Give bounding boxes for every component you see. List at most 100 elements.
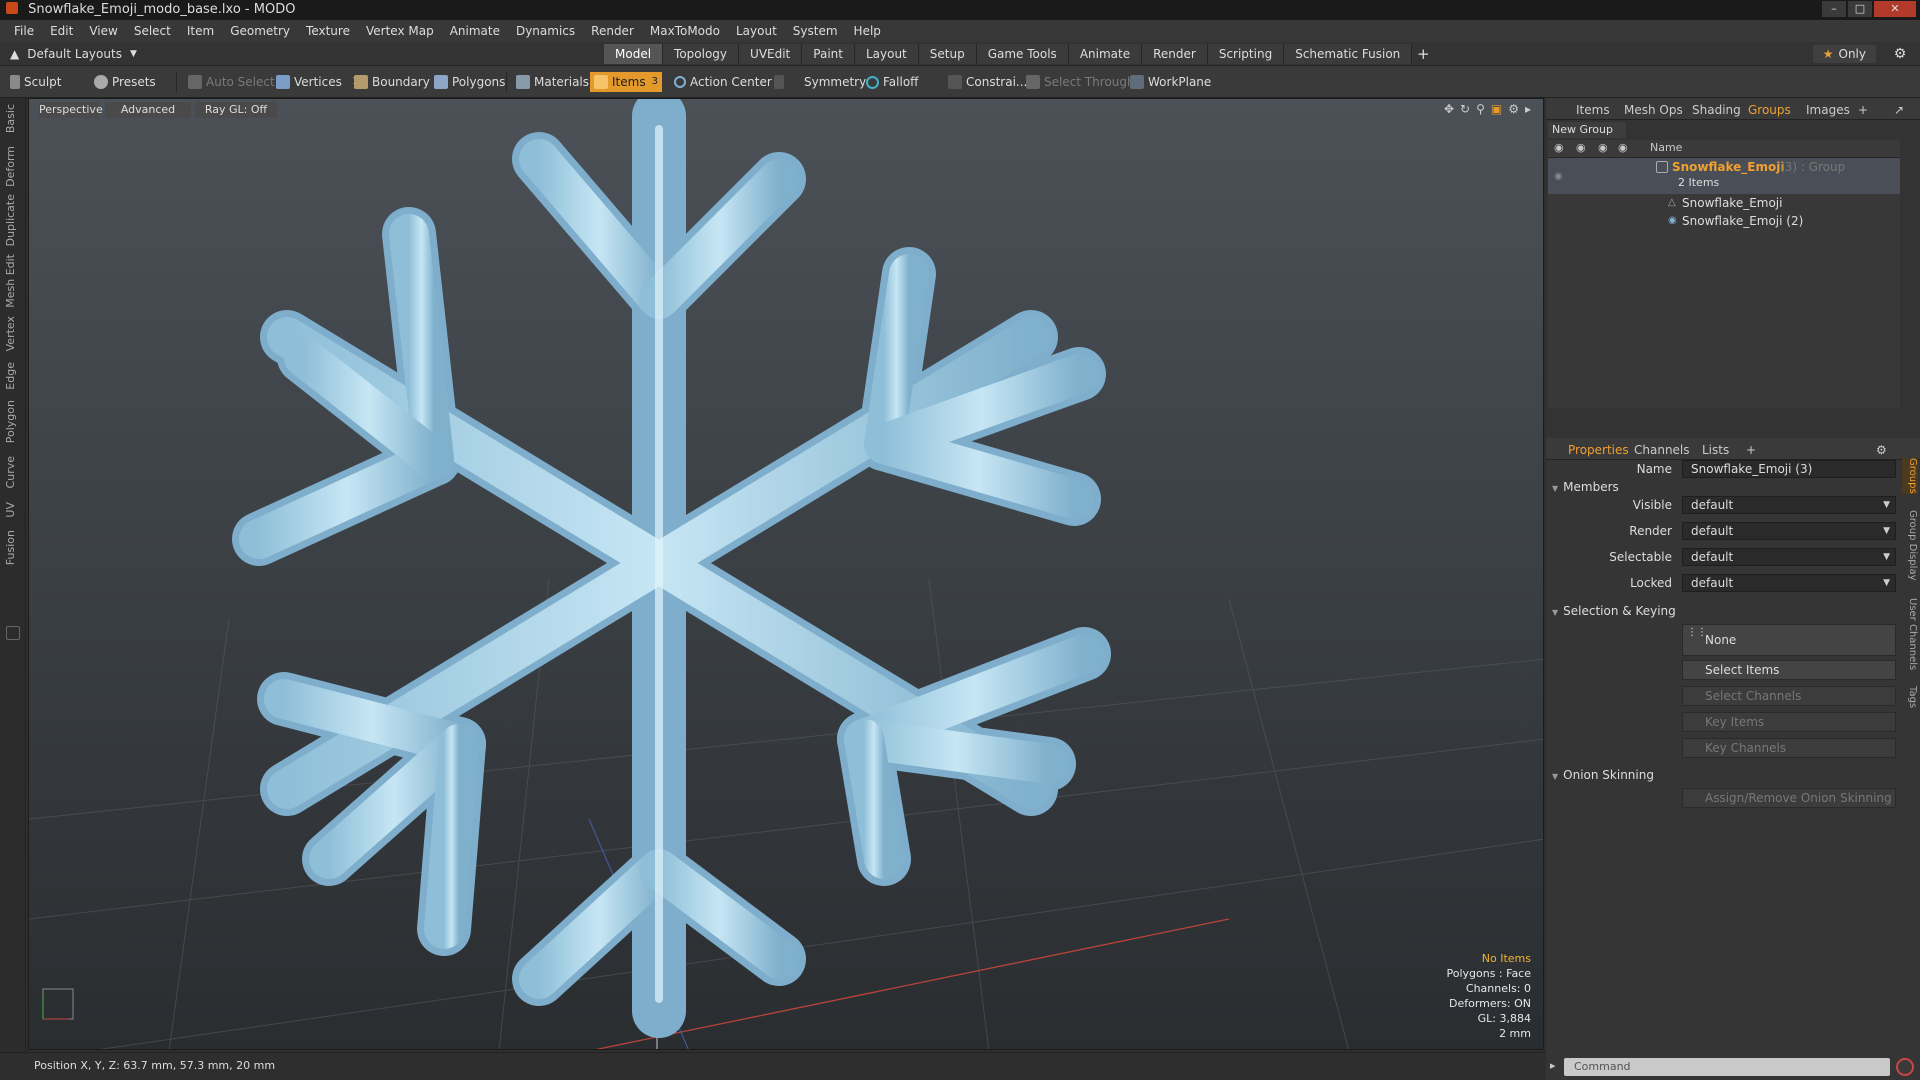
minimize-button[interactable]: – xyxy=(1822,1,1846,17)
tab-images[interactable]: Images xyxy=(1806,102,1850,118)
maximize-button[interactable]: □ xyxy=(1848,1,1872,17)
viewport-gear-icon[interactable]: ⚙ xyxy=(1508,102,1519,116)
left-tab-duplicate[interactable]: Duplicate xyxy=(4,194,22,246)
left-tab-vertex[interactable]: Vertex xyxy=(4,316,22,351)
gear-icon[interactable]: ⚙ xyxy=(1890,45,1910,63)
left-tab-edge[interactable]: Edge xyxy=(4,362,22,390)
falloff-button[interactable]: Falloff xyxy=(862,72,922,92)
menu-animate[interactable]: Animate xyxy=(442,20,508,42)
menu-geometry[interactable]: Geometry xyxy=(222,20,298,42)
menu-system[interactable]: System xyxy=(785,20,846,42)
menu-help[interactable]: Help xyxy=(846,20,889,42)
onion-skinning-button[interactable]: Assign/Remove Onion Skinning xyxy=(1682,788,1896,808)
boundary-button[interactable]: Boundary xyxy=(350,72,434,92)
select-items-button[interactable]: Select Items xyxy=(1682,660,1896,680)
tab-items[interactable]: Items xyxy=(1576,102,1610,118)
eye-icon[interactable]: ◉ xyxy=(1554,168,1563,186)
menu-item[interactable]: Item xyxy=(179,20,222,42)
tab-schematic-fusion[interactable]: Schematic Fusion xyxy=(1284,44,1413,64)
left-tab-deform[interactable]: Deform xyxy=(4,146,22,187)
menu-texture[interactable]: Texture xyxy=(298,20,358,42)
list-item[interactable]: △ Snowflake_Emoji xyxy=(1548,194,1900,212)
menu-view[interactable]: View xyxy=(81,20,125,42)
left-tab-curve[interactable]: Curve xyxy=(4,456,22,488)
left-panel-toggle-icon[interactable] xyxy=(6,626,20,640)
fit-icon[interactable]: ▣ xyxy=(1491,102,1502,116)
workplane-button[interactable]: WorkPlane xyxy=(1126,72,1215,92)
action-center-button[interactable]: Action Center xyxy=(670,72,776,92)
command-input[interactable]: Command xyxy=(1564,1058,1890,1076)
sculpt-button[interactable]: Sculpt xyxy=(6,72,65,92)
tab-animate[interactable]: Animate xyxy=(1068,44,1143,64)
tab-game-tools[interactable]: Game Tools xyxy=(976,44,1069,64)
props-gear-icon[interactable]: ⚙ xyxy=(1876,442,1887,458)
tab-topology[interactable]: Topology xyxy=(663,44,740,64)
add-tab-button[interactable]: + xyxy=(1412,44,1434,64)
tab-setup[interactable]: Setup xyxy=(918,44,977,64)
selection-keying-section[interactable]: ▼ Selection & Keying xyxy=(1552,604,1676,618)
side-tab-tags[interactable]: Tags xyxy=(1902,686,1918,708)
tab-lists[interactable]: Lists xyxy=(1702,442,1729,458)
render-select[interactable]: default ▼ xyxy=(1682,522,1896,540)
items-button[interactable]: Items 3 xyxy=(590,72,662,92)
select-through-button[interactable]: Select Through xyxy=(1022,72,1139,92)
presets-button[interactable]: Presets xyxy=(90,72,160,92)
selectable-select[interactable]: default ▼ xyxy=(1682,548,1896,566)
command-history-button[interactable] xyxy=(1896,1058,1914,1076)
tab-render[interactable]: Render xyxy=(1142,44,1208,64)
side-tab-user-channels[interactable]: User Channels xyxy=(1902,598,1918,670)
menu-select[interactable]: Select xyxy=(126,20,179,42)
locked-select[interactable]: default ▼ xyxy=(1682,574,1896,592)
group-row[interactable]: ◉ Snowflake_Emoji (3) : Group 2 Items xyxy=(1548,158,1900,194)
menu-dynamics[interactable]: Dynamics xyxy=(508,20,583,42)
tab-model[interactable]: Model xyxy=(604,44,664,64)
polygons-button[interactable]: Polygons xyxy=(430,72,509,92)
shading-dropdown[interactable]: Advanced xyxy=(105,102,191,118)
expand-icon[interactable]: ↗ xyxy=(1894,102,1904,118)
tab-paint[interactable]: Paint xyxy=(802,44,855,64)
left-tab-uv[interactable]: UV xyxy=(4,502,22,518)
left-tab-mesh-edit[interactable]: Mesh Edit xyxy=(4,254,22,308)
tab-channels[interactable]: Channels xyxy=(1634,442,1690,458)
rotate-icon[interactable]: ↻ xyxy=(1460,102,1470,116)
constraints-button[interactable]: Constrai... xyxy=(944,72,1031,92)
new-group-button[interactable]: New Group xyxy=(1548,122,1626,138)
side-tab-groups[interactable]: Groups xyxy=(1902,458,1918,494)
menu-vertex-map[interactable]: Vertex Map xyxy=(358,20,442,42)
default-layouts-dropdown[interactable]: ▲ Default Layouts ▼ xyxy=(10,45,137,63)
menu-edit[interactable]: Edit xyxy=(42,20,81,42)
pan-icon[interactable]: ✥ xyxy=(1444,102,1454,116)
tab-mesh-ops[interactable]: Mesh Ops xyxy=(1624,102,1683,118)
key-channels-button[interactable]: Key Channels xyxy=(1682,738,1896,758)
tab-scripting[interactable]: Scripting xyxy=(1207,44,1285,64)
side-tab-group-display[interactable]: Group Display xyxy=(1902,510,1918,580)
none-button[interactable]: ⋮⋮ None xyxy=(1682,624,1896,656)
select-channels-button[interactable]: Select Channels xyxy=(1682,686,1896,706)
left-tab-fusion[interactable]: Fusion xyxy=(4,530,22,565)
left-tab-basic[interactable]: Basic xyxy=(4,104,22,133)
key-items-button[interactable]: Key Items xyxy=(1682,712,1896,732)
tab-uvedit[interactable]: UVEdit xyxy=(739,44,803,64)
tab-shading[interactable]: Shading xyxy=(1692,102,1741,118)
materials-button[interactable]: Materials xyxy=(512,72,593,92)
list-item[interactable]: ◉ Snowflake_Emoji (2) xyxy=(1548,212,1900,230)
menu-render[interactable]: Render xyxy=(583,20,642,42)
vertices-button[interactable]: Vertices1 xyxy=(272,72,362,92)
tab-properties[interactable]: Properties xyxy=(1568,442,1629,458)
add-props-tab-button[interactable]: + xyxy=(1746,442,1756,458)
members-section[interactable]: ▼ Members xyxy=(1552,480,1619,494)
visible-select[interactable]: default ▼ xyxy=(1682,496,1896,514)
zoom-icon[interactable]: ⚲ xyxy=(1476,102,1485,116)
menu-layout[interactable]: Layout xyxy=(728,20,785,42)
raygl-dropdown[interactable]: Ray GL: Off xyxy=(195,102,277,118)
3d-viewport[interactable]: Perspective Advanced Ray GL: Off ✥ ↻ ⚲ ▣… xyxy=(28,98,1544,1050)
auto-select-button[interactable]: Auto Select xyxy=(184,72,279,92)
menu-maxtomodo[interactable]: MaxToModo xyxy=(642,20,728,42)
viewport-menu-arrow-icon[interactable]: ▸ xyxy=(1525,102,1531,116)
perspective-dropdown[interactable]: Perspective xyxy=(39,102,103,118)
tab-groups[interactable]: Groups xyxy=(1748,102,1791,118)
name-field[interactable]: Snowflake_Emoji (3) xyxy=(1682,460,1896,478)
add-panel-tab-button[interactable]: + xyxy=(1858,102,1868,118)
tab-layout[interactable]: Layout xyxy=(854,44,919,64)
onion-skinning-section[interactable]: ▼ Onion Skinning xyxy=(1552,768,1654,782)
